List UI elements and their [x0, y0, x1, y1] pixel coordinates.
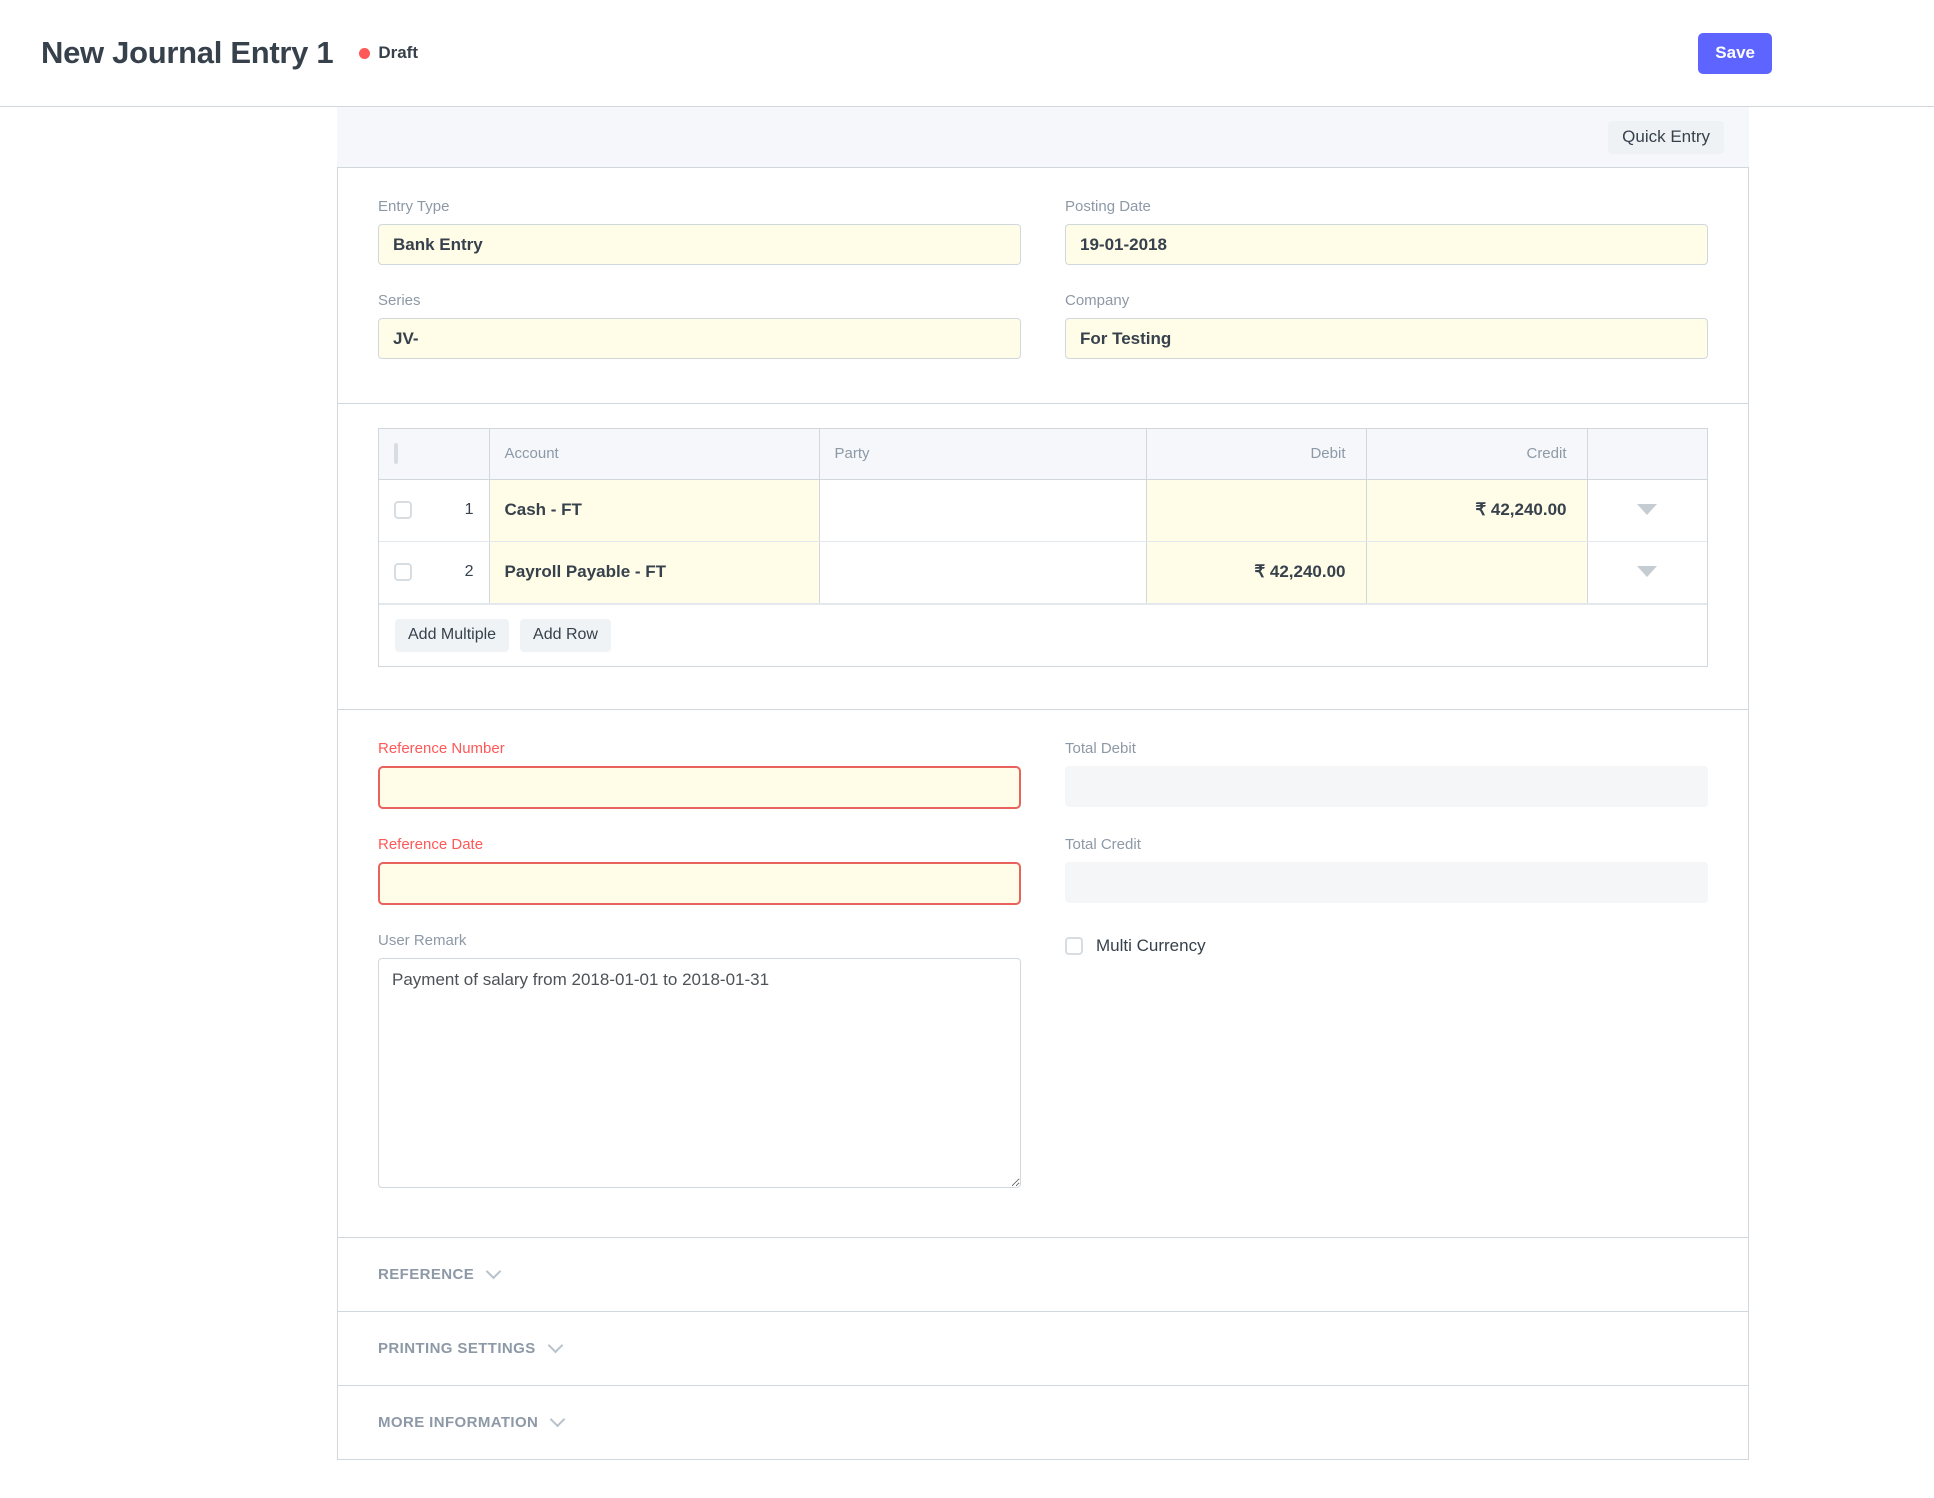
field-reference-number: Reference Number — [378, 740, 1021, 809]
reference-number-label: Reference Number — [378, 739, 505, 757]
total-debit-label: Total Debit — [1065, 739, 1136, 757]
company-input[interactable] — [1065, 318, 1708, 359]
chevron-down-icon — [547, 1337, 563, 1353]
grid-row-2: 2 Payroll Payable - FT ₹ 42,240.00 — [379, 541, 1707, 604]
field-posting-date: Posting Date — [1065, 198, 1708, 265]
field-reference-date: Reference Date — [378, 836, 1021, 905]
section-toggle-more-information[interactable]: MORE INFORMATION — [338, 1384, 1748, 1459]
reference-number-input[interactable] — [378, 765, 1021, 809]
series-label: Series — [378, 292, 421, 309]
field-user-remark: User Remark Payment of salary from 2018-… — [378, 932, 1021, 1193]
grid-footer: Add Multiple Add Row — [379, 603, 1707, 666]
field-entry-type: Entry Type — [378, 198, 1021, 265]
row-1-account-cell[interactable]: Cash - FT — [488, 479, 819, 542]
status-indicator: Draft — [359, 43, 418, 63]
multi-currency-label: Multi Currency — [1096, 935, 1206, 955]
user-remark-textarea[interactable]: Payment of salary from 2018-01-01 to 201… — [378, 957, 1021, 1188]
row-1-party-cell[interactable] — [818, 479, 1146, 542]
status-badge: Draft — [378, 43, 418, 62]
total-credit-value — [1065, 861, 1708, 903]
row-2-party-cell[interactable] — [818, 541, 1146, 604]
series-input[interactable] — [378, 318, 1021, 359]
section-main-fields: Entry Type Posting Date Series Company — [338, 168, 1748, 403]
more-information-section-label: MORE INFORMATION — [378, 1413, 539, 1431]
grid-header-row: Account Party Debit Credit — [379, 429, 1707, 480]
entry-type-input[interactable] — [378, 224, 1021, 265]
field-total-debit: Total Debit — [1065, 740, 1708, 809]
company-label: Company — [1065, 292, 1130, 309]
multi-currency-checkbox[interactable] — [1065, 936, 1083, 955]
printing-settings-section-label: PRINTING SETTINGS — [378, 1339, 536, 1357]
section-reference-details: Reference Number Total Debit Reference D… — [338, 708, 1748, 1237]
total-debit-value — [1065, 765, 1708, 807]
row-1-debit-cell[interactable] — [1145, 479, 1366, 542]
save-button[interactable]: Save — [1698, 32, 1772, 74]
row-2-expand-arrow-icon[interactable] — [1637, 566, 1658, 577]
select-all-checkbox[interactable] — [394, 443, 398, 465]
chevron-down-icon — [550, 1411, 566, 1427]
section-accounting-entries: Account Party Debit Credit 1 Cash - FT ₹… — [338, 403, 1748, 709]
section-toggle-printing-settings[interactable]: PRINTING SETTINGS — [338, 1310, 1748, 1385]
reference-date-label: Reference Date — [378, 835, 484, 853]
col-header-account: Account — [488, 429, 819, 480]
field-company: Company — [1065, 292, 1708, 359]
row-2-debit-cell[interactable]: ₹ 42,240.00 — [1145, 541, 1366, 604]
col-header-debit: Debit — [1145, 429, 1366, 480]
draft-dot-icon — [359, 47, 371, 59]
col-header-party: Party — [818, 429, 1146, 480]
page-header: New Journal Entry 1 Draft Save — [0, 0, 1934, 107]
posting-date-input[interactable] — [1065, 224, 1708, 265]
chevron-down-icon — [485, 1263, 502, 1279]
form-column: Quick Entry Entry Type Posting Date Seri… — [337, 107, 1749, 1460]
posting-date-label: Posting Date — [1065, 198, 1151, 215]
grid-row-1: 1 Cash - FT ₹ 42,240.00 — [379, 479, 1707, 542]
field-series: Series — [378, 292, 1021, 359]
col-header-credit: Credit — [1365, 429, 1587, 480]
row-1-credit-cell[interactable]: ₹ 42,240.00 — [1365, 479, 1587, 542]
section-toggle-reference[interactable]: REFERENCE — [338, 1236, 1748, 1311]
row-1-checkbox[interactable] — [394, 501, 412, 519]
total-credit-label: Total Credit — [1065, 835, 1141, 853]
row-1-index: 1 — [464, 501, 474, 518]
page-title: New Journal Entry 1 — [41, 35, 334, 70]
reference-section-label: REFERENCE — [378, 1265, 475, 1283]
field-multi-currency: Multi Currency — [1065, 932, 1708, 1193]
add-multiple-button[interactable]: Add Multiple — [395, 618, 510, 652]
field-total-credit: Total Credit — [1065, 836, 1708, 905]
row-1-expand-arrow-icon[interactable] — [1637, 504, 1658, 515]
reference-date-input[interactable] — [378, 861, 1021, 905]
row-2-credit-cell[interactable] — [1365, 541, 1587, 604]
form-card: Entry Type Posting Date Series Company — [337, 167, 1749, 1460]
add-row-button[interactable]: Add Row — [520, 618, 611, 652]
form-toolbar: Quick Entry — [337, 107, 1749, 167]
entry-type-label: Entry Type — [378, 198, 450, 215]
quick-entry-button[interactable]: Quick Entry — [1608, 120, 1724, 154]
user-remark-label: User Remark — [378, 931, 467, 949]
row-2-checkbox[interactable] — [394, 563, 412, 581]
entries-grid: Account Party Debit Credit 1 Cash - FT ₹… — [378, 428, 1708, 667]
row-2-index: 2 — [464, 563, 474, 580]
row-2-account-cell[interactable]: Payroll Payable - FT — [488, 541, 819, 604]
